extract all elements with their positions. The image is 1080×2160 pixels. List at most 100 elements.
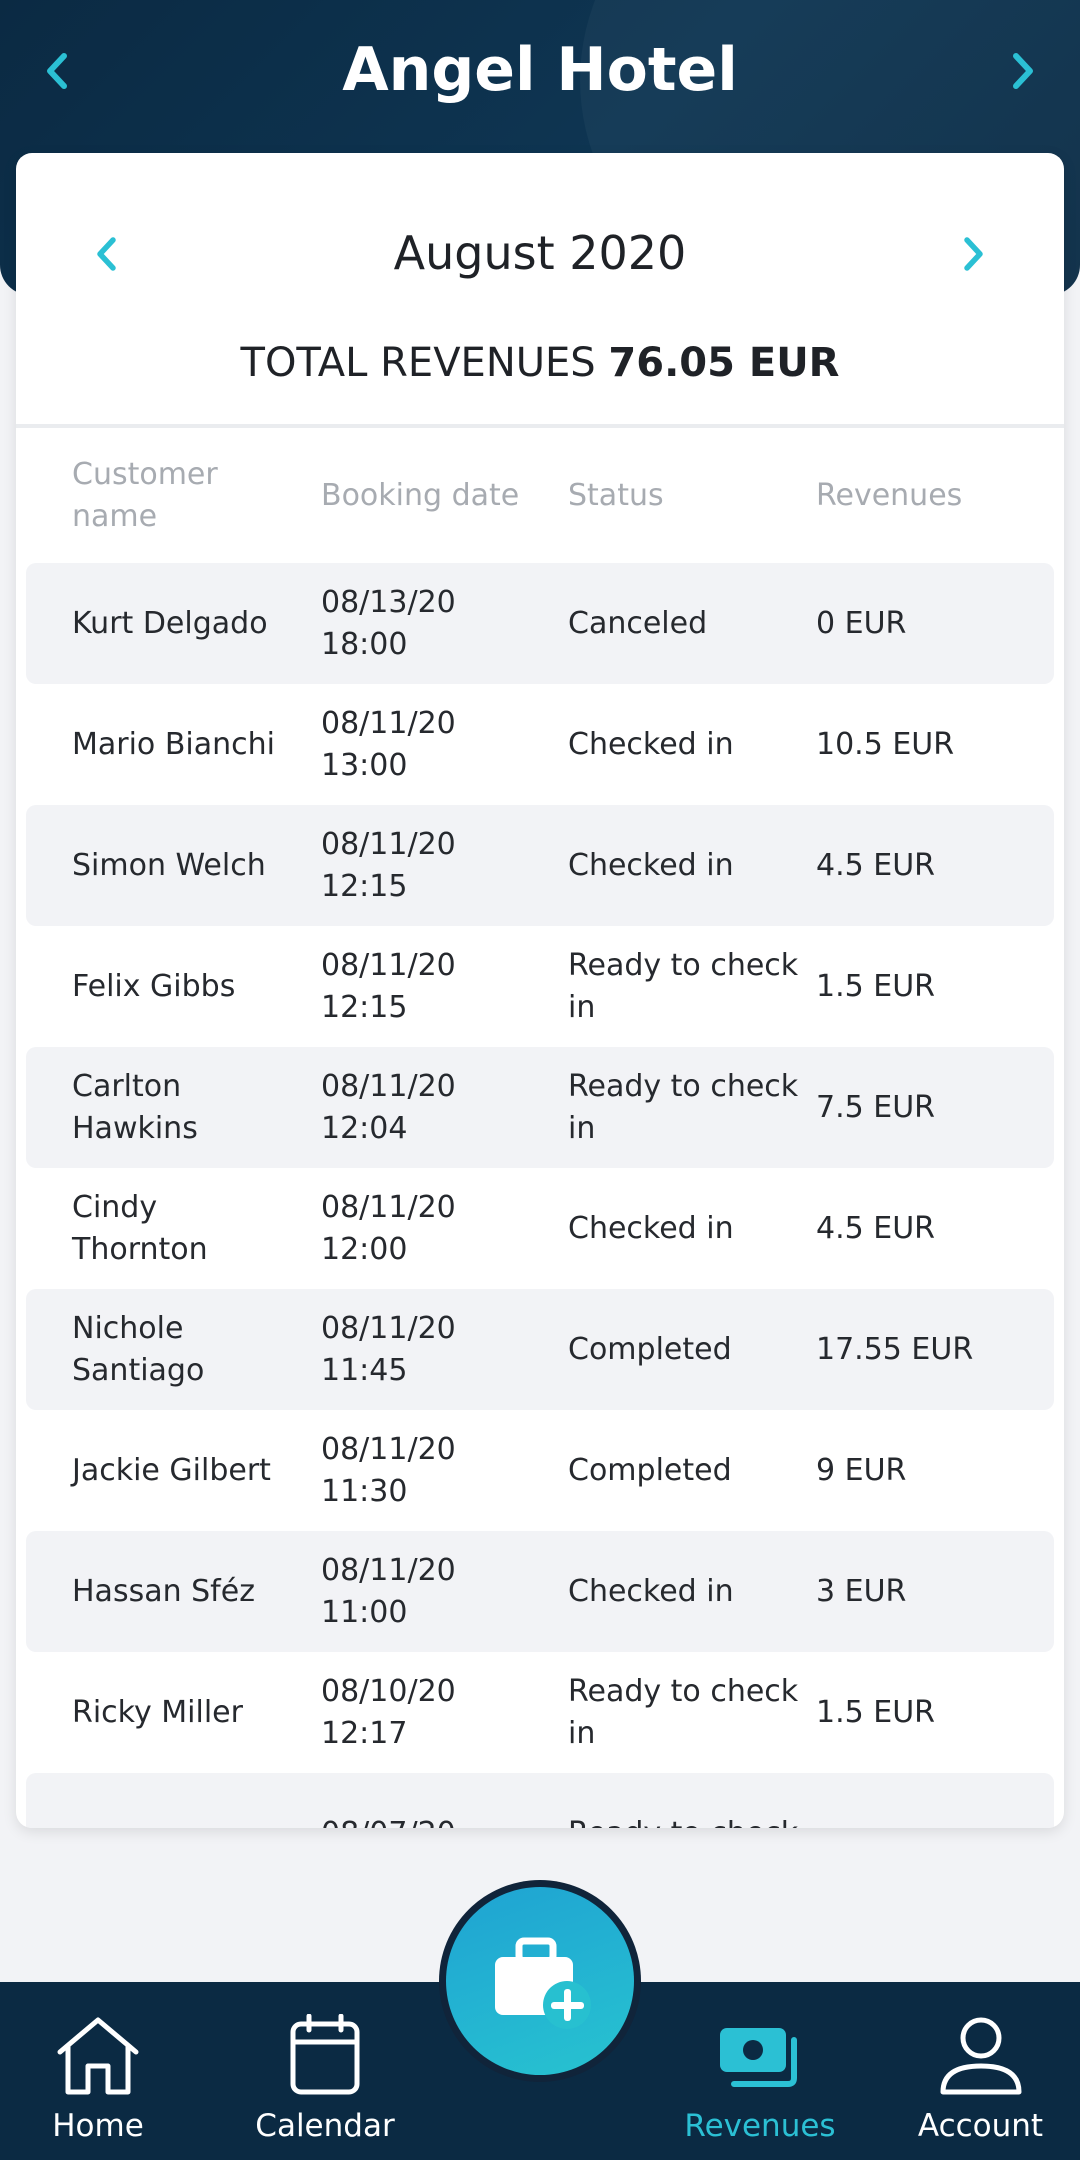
status-cell: Canceled: [568, 605, 708, 641]
month-selector: August 2020: [16, 213, 1064, 293]
briefcase-plus-icon: [495, 1937, 591, 2029]
table-row[interactable]: Kurt Delgado 08/13/20 18:00 Canceled 0 EUR: [26, 563, 1054, 684]
booking-date-cell: 08/11/20 11:00: [321, 1550, 551, 1634]
booking-date: 08/11/20: [321, 1552, 456, 1588]
next-month-button[interactable]: [954, 229, 994, 279]
nav-item-account[interactable]: Account: [908, 1982, 1053, 2160]
total-revenues-value: 76.05 EUR: [608, 340, 840, 386]
nav-item-calendar[interactable]: Calendar: [250, 1982, 400, 2160]
booking-date: 08/07/20: [321, 1813, 551, 1829]
revenues-screen: Angel Hotel August 2020 TOTAL REVENUES 7…: [0, 0, 1080, 2160]
new-booking-button[interactable]: [439, 1880, 641, 2082]
table-header: Customer name Booking date Status Revenu…: [26, 428, 1054, 563]
user-icon: [940, 2017, 1021, 2095]
revenues-icon: [720, 2028, 797, 2087]
table-row[interactable]: Nichole Santiago 08/11/20 11:45 Completed 17…: [26, 1289, 1054, 1410]
table-row[interactable]: Ricky Miller 08/10/20 12:17 Ready to check …: [26, 1652, 1054, 1773]
booking-date-cell: 08/11/20 12:04: [321, 1066, 551, 1150]
status-cell: Ready to check in: [568, 1068, 799, 1146]
booking-date-cell: 08/07/20: [321, 1813, 551, 1829]
table-row[interactable]: Simon Welch 08/11/20 12:15 Checked in 4.5 EU…: [26, 805, 1054, 926]
booking-date-cell: 08/11/20 12:00: [321, 1187, 551, 1271]
chevron-right-icon: [964, 237, 983, 271]
status-cell: Checked in: [568, 1210, 734, 1246]
booking-date: 08/11/20: [321, 826, 456, 862]
revenue-cell: 7.5 EUR: [816, 1089, 936, 1125]
status-cell: Checked in: [568, 847, 734, 883]
table-body: Kurt Delgado 08/13/20 18:00 Canceled 0 EUR Ma…: [26, 563, 1054, 1828]
table-row[interactable]: Jackie Gilbert 08/11/20 11:30 Completed 9 EU…: [26, 1410, 1054, 1531]
nav-label-account: Account: [917, 2108, 1044, 2144]
booking-date: 08/11/20: [321, 1431, 456, 1467]
booking-time: 13:00: [321, 747, 408, 783]
table-row[interactable]: 08/07/20 Ready to check: [26, 1773, 1054, 1828]
booking-time: 12:00: [321, 1231, 408, 1267]
booking-date: 08/10/20: [321, 1673, 456, 1709]
nav-label-home: Home: [52, 2108, 144, 2144]
booking-time: 11:00: [321, 1594, 408, 1630]
customer-name-cell: Carlton Hawkins: [72, 1068, 198, 1146]
bookings-table: Customer name Booking date Status Revenu…: [26, 428, 1054, 1828]
column-header-revenues: Revenues: [816, 477, 963, 513]
revenue-cell: 1.5 EUR: [816, 1694, 936, 1730]
column-header-booking-date: Booking date: [321, 477, 520, 513]
home-icon: [57, 2017, 139, 2095]
next-hotel-button[interactable]: [1004, 46, 1044, 96]
fab-circle: [446, 1887, 634, 2075]
revenue-cell: 3 EUR: [816, 1573, 907, 1609]
revenues-card: August 2020 TOTAL REVENUES 76.05 EUR Cus…: [16, 153, 1064, 1828]
customer-name-cell: Jackie Gilbert: [72, 1452, 271, 1488]
status-cell: Ready to check: [568, 1813, 803, 1829]
status-cell: Checked in: [568, 726, 734, 762]
previous-month-button[interactable]: [86, 229, 126, 279]
nav-item-home[interactable]: Home: [28, 1982, 168, 2160]
booking-date: 08/11/20: [321, 947, 456, 983]
booking-time: 12:04: [321, 1110, 408, 1146]
booking-time: 12:17: [321, 1715, 408, 1751]
customer-name-cell: Felix Gibbs: [72, 968, 236, 1004]
total-revenues: TOTAL REVENUES 76.05 EUR: [16, 333, 1064, 393]
booking-time: 12:15: [321, 989, 408, 1025]
table-row[interactable]: Mario Bianchi 08/11/20 13:00 Checked in 10.5…: [26, 684, 1054, 805]
status-cell: Ready to check in: [568, 947, 799, 1025]
booking-date-cell: 08/11/20 11:45: [321, 1308, 551, 1392]
booking-date: 08/11/20: [321, 1189, 456, 1225]
booking-date-cell: 08/13/20 18:00: [321, 582, 551, 666]
customer-name-cell: Mario Bianchi: [72, 726, 275, 762]
hotel-title: Angel Hotel: [342, 35, 738, 105]
table-row[interactable]: Cindy Thornton 08/11/20 12:00 Checked in 4.5…: [26, 1168, 1054, 1289]
calendar-icon: [290, 2014, 360, 2095]
booking-time: 11:45: [321, 1352, 408, 1388]
booking-date: 08/11/20: [321, 705, 456, 741]
revenue-cell: 4.5 EUR: [816, 1210, 936, 1246]
booking-date-cell: 08/11/20 11:30: [321, 1429, 551, 1513]
nav-item-revenues[interactable]: Revenues: [680, 1982, 840, 2160]
revenue-cell: 0 EUR: [816, 605, 907, 641]
revenue-cell: 17.55 EUR: [816, 1331, 974, 1367]
revenue-cell: 4.5 EUR: [816, 847, 936, 883]
booking-date-cell: 08/10/20 12:17: [321, 1671, 551, 1755]
nav-label-revenues: Revenues: [684, 2108, 836, 2144]
booking-time: 11:30: [321, 1473, 408, 1509]
customer-name-cell: Cindy Thornton: [72, 1189, 208, 1267]
nav-label-calendar: Calendar: [255, 2108, 395, 2144]
booking-date-cell: 08/11/20 12:15: [321, 824, 551, 908]
booking-time: 12:15: [321, 868, 408, 904]
table-row[interactable]: Carlton Hawkins 08/11/20 12:04 Ready to che…: [26, 1047, 1054, 1168]
revenue-cell: 1.5 EUR: [816, 968, 936, 1004]
status-cell: Checked in: [568, 1573, 734, 1609]
total-revenues-label: TOTAL REVENUES: [240, 340, 596, 386]
chevron-left-icon: [97, 237, 116, 271]
customer-name-cell: Simon Welch: [72, 847, 266, 883]
status-cell: Completed: [568, 1452, 732, 1488]
chevron-right-icon: [1013, 53, 1033, 89]
customer-name-cell: Hassan Sféz: [72, 1573, 255, 1609]
booking-date: 08/13/20: [321, 584, 456, 620]
table-row[interactable]: Hassan Sféz 08/11/20 11:00 Checked in 3 EUR: [26, 1531, 1054, 1652]
booking-time: 18:00: [321, 626, 408, 662]
customer-name-cell: Ricky Miller: [72, 1694, 243, 1730]
column-header-customer: Customer name: [72, 456, 218, 534]
booking-date-cell: 08/11/20 12:15: [321, 945, 551, 1029]
table-row[interactable]: Felix Gibbs 08/11/20 12:15 Ready to check i…: [26, 926, 1054, 1047]
revenue-cell: 9 EUR: [816, 1452, 907, 1488]
